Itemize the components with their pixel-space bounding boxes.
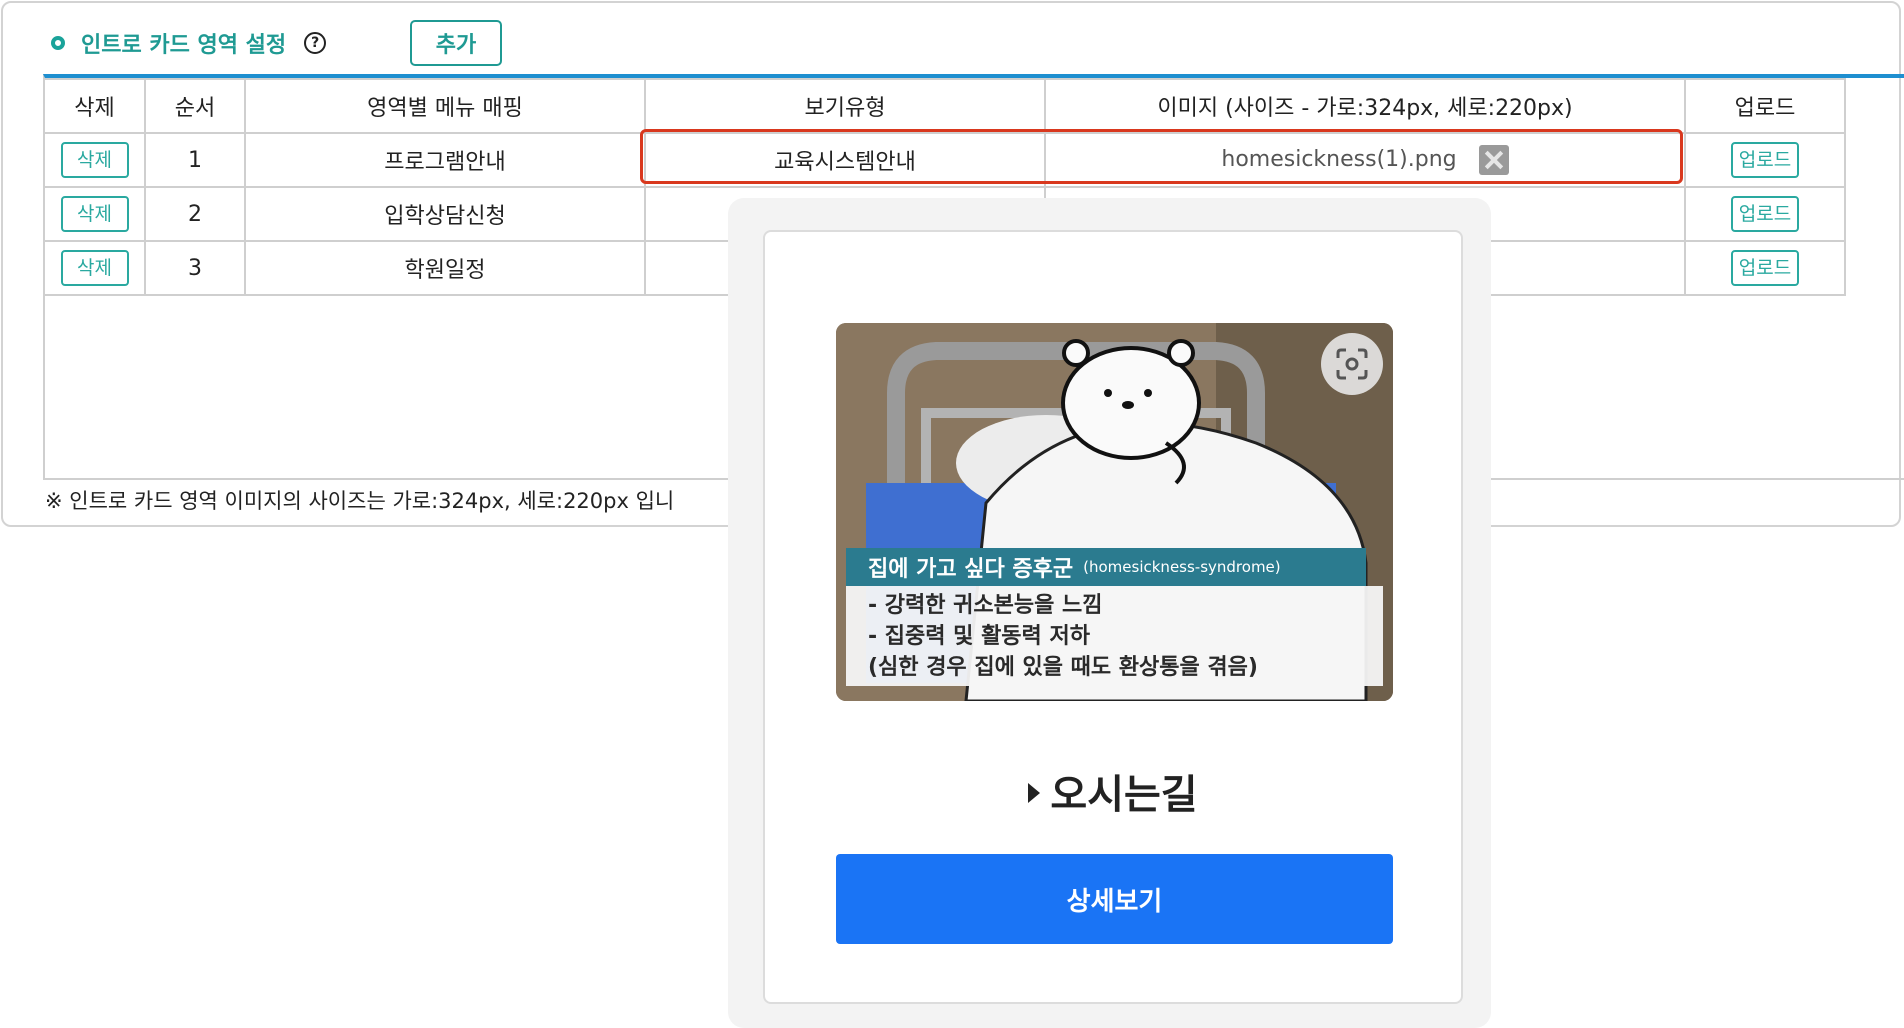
- header-image: 이미지 (사이즈 - 가로:324px, 세로:220px): [1044, 78, 1686, 134]
- preview-title-text: 오시는길: [1050, 772, 1198, 818]
- order-cell: 3: [144, 240, 246, 296]
- menu-cell[interactable]: 입학상담신청: [244, 186, 646, 242]
- preview-image: 집에 가고 싶다 증후군 (homesickness-syndrome) - 강…: [836, 323, 1393, 701]
- image-file-name[interactable]: homesickness(1).png: [1221, 147, 1456, 172]
- delete-cell: 삭제: [45, 240, 146, 296]
- broken-image-icon: [1478, 145, 1509, 175]
- header-delete: 삭제: [45, 78, 146, 134]
- order-cell: 2: [144, 186, 246, 242]
- image-cell[interactable]: homesickness(1).png: [1044, 132, 1686, 188]
- delete-button[interactable]: 삭제: [60, 250, 129, 286]
- caption-line: - 강력한 귀소본능을 느낌: [868, 593, 1103, 618]
- caption-line: - 집중력 및 활동력 저하: [868, 624, 1090, 649]
- upload-cell: 업로드: [1684, 132, 1846, 188]
- header-menu-mapping: 영역별 메뉴 매핑: [244, 78, 646, 134]
- view-type-cell[interactable]: 교육시스템안내: [644, 132, 1046, 188]
- table-row: 삭제 1 프로그램안내 교육시스템안내 homesickness(1).png …: [45, 132, 1846, 188]
- image-scan-icon[interactable]: [1321, 333, 1383, 395]
- delete-button[interactable]: 삭제: [60, 142, 129, 178]
- upload-button[interactable]: 업로드: [1731, 250, 1799, 286]
- caption-title-text: 집에 가고 싶다 증후군: [868, 557, 1074, 582]
- delete-button[interactable]: 삭제: [60, 196, 129, 232]
- help-icon[interactable]: ?: [304, 32, 327, 54]
- caption-subtitle-text: (homesickness-syndrome): [1083, 558, 1281, 576]
- delete-cell: 삭제: [45, 186, 146, 242]
- section-bullet-icon: [51, 36, 65, 50]
- order-cell: 1: [144, 132, 246, 188]
- header-order: 순서: [144, 78, 246, 134]
- detail-view-button[interactable]: 상세보기: [836, 854, 1393, 944]
- upload-cell: 업로드: [1684, 240, 1846, 296]
- image-caption-body: - 강력한 귀소본능을 느낌 - 집중력 및 활동력 저하 (심한 경우 집에 …: [846, 586, 1383, 686]
- add-button[interactable]: 추가: [410, 20, 502, 66]
- play-triangle-icon: [1028, 783, 1041, 803]
- section-title: 인트로 카드 영역 설정: [81, 33, 287, 58]
- size-note: ※ 인트로 카드 영역 이미지의 사이즈는 가로:324px, 세로:220px…: [45, 489, 675, 513]
- menu-cell[interactable]: 학원일정: [244, 240, 646, 296]
- upload-button[interactable]: 업로드: [1731, 196, 1799, 232]
- header-upload: 업로드: [1684, 78, 1846, 134]
- preview-title: 오시는길: [765, 762, 1461, 820]
- menu-cell[interactable]: 프로그램안내: [244, 132, 646, 188]
- caption-line: (심한 경우 집에 있을 때도 환상통을 겪음): [868, 655, 1258, 680]
- upload-button[interactable]: 업로드: [1731, 142, 1799, 178]
- table-header-row: 삭제 순서 영역별 메뉴 매핑 보기유형 이미지 (사이즈 - 가로:324px…: [45, 78, 1846, 134]
- upload-cell: 업로드: [1684, 186, 1846, 242]
- delete-cell: 삭제: [45, 132, 146, 188]
- image-caption-title: 집에 가고 싶다 증후군 (homesickness-syndrome): [846, 548, 1366, 586]
- intro-card-preview-popup: 집에 가고 싶다 증후군 (homesickness-syndrome) - 강…: [763, 230, 1463, 1004]
- section-header: 인트로 카드 영역 설정 ?: [51, 23, 327, 63]
- header-view-type: 보기유형: [644, 78, 1046, 134]
